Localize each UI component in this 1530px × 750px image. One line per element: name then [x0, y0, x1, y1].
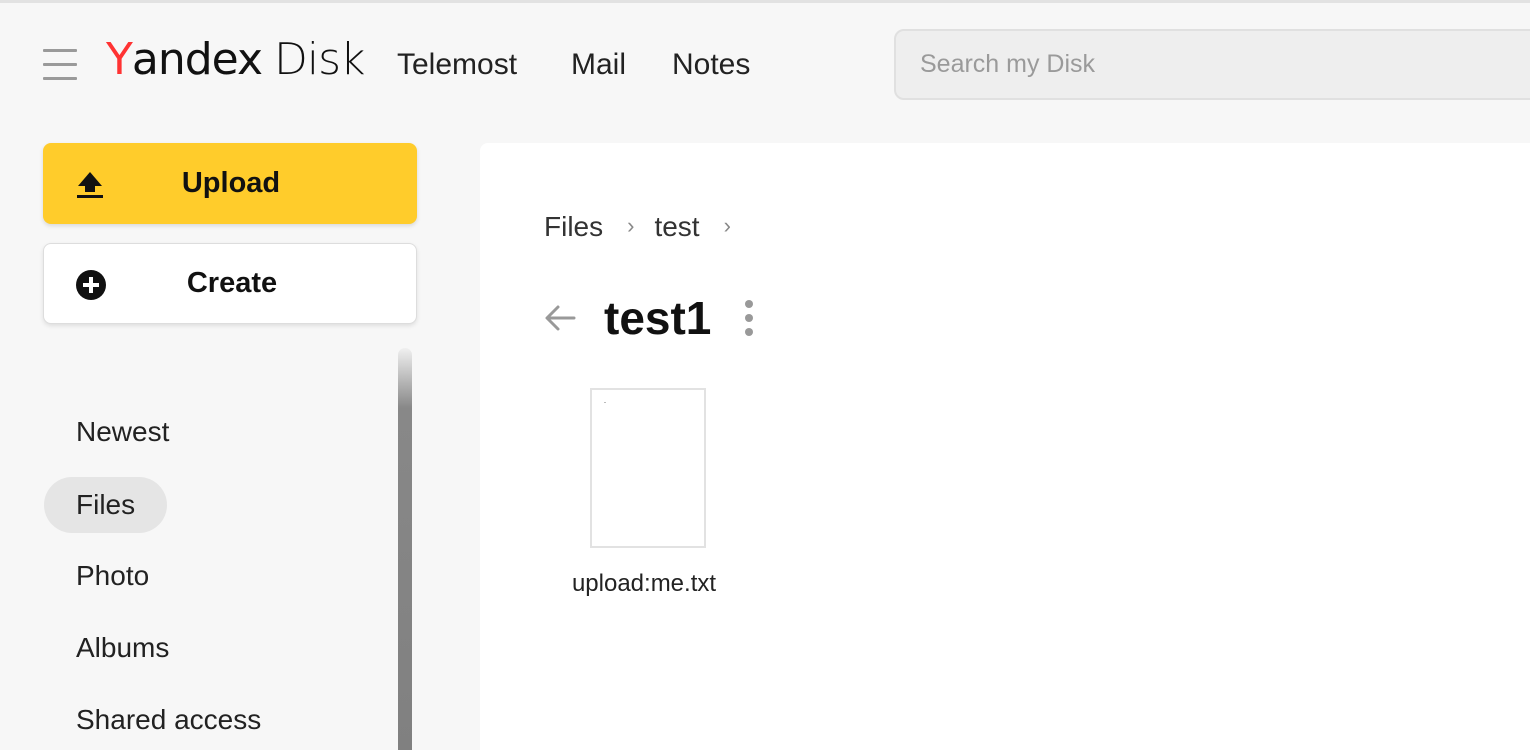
service-link-telemost[interactable]: Telemost	[397, 44, 517, 86]
text-file-icon	[590, 388, 706, 548]
breadcrumb: Files › test ›	[544, 211, 751, 243]
service-link-notes[interactable]: Notes	[672, 44, 750, 86]
yandex-disk-logo[interactable]: Yandex Disk	[106, 30, 366, 90]
sidebar-item-files[interactable]: Files	[44, 477, 168, 533]
logo-y: Y	[106, 34, 133, 85]
back-arrow-icon[interactable]	[540, 298, 580, 338]
logo-disk: Disk	[274, 34, 366, 85]
breadcrumb-files[interactable]: Files	[544, 211, 603, 243]
create-button-label: Create	[186, 267, 278, 299]
breadcrumb-test[interactable]: test	[654, 211, 699, 243]
sidebar-item-albums[interactable]: Albums	[44, 620, 201, 676]
sidebar-scrollbar[interactable]	[398, 348, 412, 750]
logo-andex: andex	[131, 34, 263, 85]
file-browser-panel: Files › test › test1 upload:me.txt	[480, 143, 1530, 750]
search-box[interactable]	[894, 29, 1530, 100]
upload-button[interactable]: Upload	[43, 143, 417, 224]
upload-button-label: Upload	[181, 167, 281, 199]
folder-header: test1	[540, 291, 755, 345]
search-input[interactable]	[896, 31, 1530, 98]
sidebar-item-newest[interactable]: Newest	[44, 404, 201, 460]
sidebar-item-photo[interactable]: Photo	[44, 548, 181, 604]
file-name: upload:me.txt	[571, 570, 717, 597]
chevron-right-icon: ›	[627, 213, 635, 238]
sidebar-item-shared-access[interactable]: Shared access	[44, 692, 293, 748]
top-divider	[0, 0, 1530, 3]
chevron-right-icon: ›	[723, 213, 731, 238]
page-title: test1	[604, 292, 712, 344]
service-link-mail[interactable]: Mail	[571, 44, 626, 86]
more-options-icon[interactable]	[743, 300, 755, 336]
create-button[interactable]: Create	[43, 243, 417, 324]
menu-icon[interactable]	[43, 49, 77, 83]
